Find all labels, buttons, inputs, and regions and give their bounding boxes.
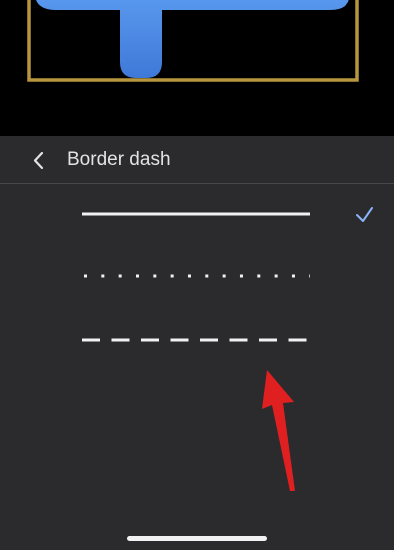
checkmark-icon	[356, 207, 373, 222]
preview-drawing	[27, 0, 359, 82]
panel-title: Border dash	[67, 149, 171, 170]
chevron-left-icon	[33, 151, 44, 170]
border-option-dashed[interactable]	[0, 312, 394, 368]
border-option-solid[interactable]	[0, 186, 394, 242]
panel-header: Border dash	[0, 136, 394, 183]
screen: Border dash	[0, 0, 394, 550]
home-indicator[interactable]	[127, 536, 267, 541]
canvas-preview	[0, 0, 394, 136]
solid-line-sample	[82, 207, 373, 222]
dashed-line-sample	[82, 338, 312, 342]
dotted-line-sample	[84, 274, 310, 278]
border-option-dotted[interactable]	[0, 248, 394, 304]
selected-frame-border	[27, 0, 359, 82]
back-button[interactable]	[26, 148, 52, 174]
border-dash-panel: Border dash	[0, 136, 394, 550]
speech-bubble-shape[interactable]	[33, 0, 349, 78]
header-divider	[0, 183, 394, 184]
